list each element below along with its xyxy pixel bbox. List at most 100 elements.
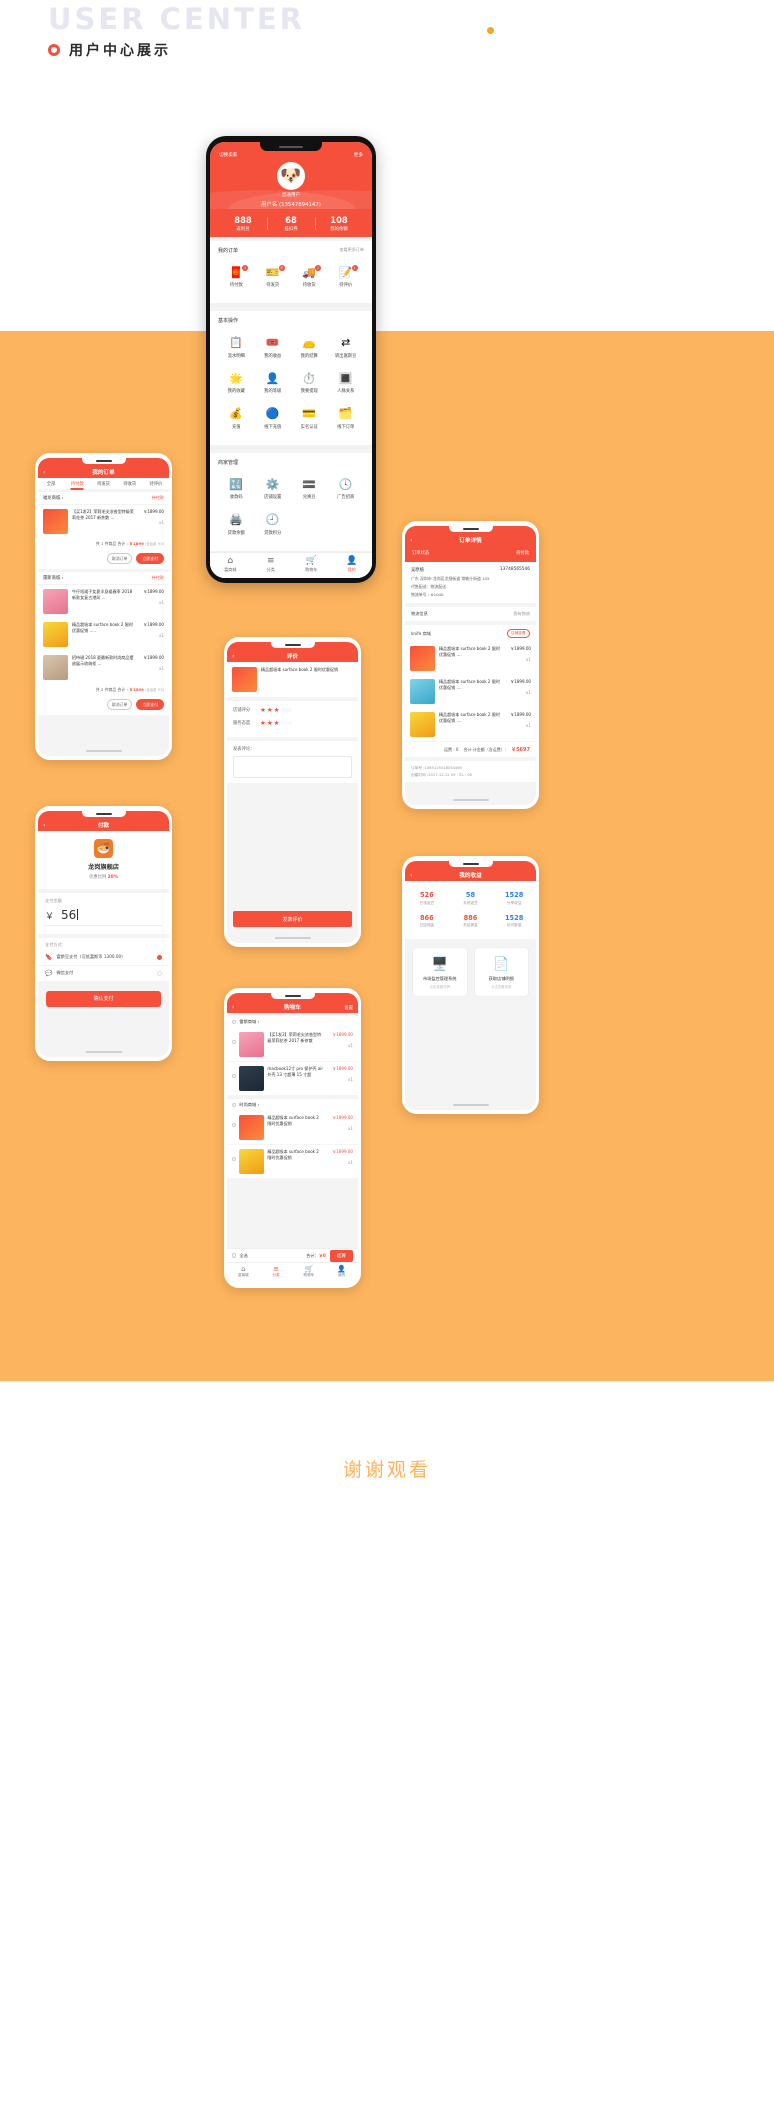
radio-selected-icon[interactable] <box>157 954 162 960</box>
merchant-item-settings[interactable]: ⚙️ 店铺设置 <box>255 473 292 500</box>
basic-item-recharge[interactable]: 💰 充值 <box>218 402 255 430</box>
cancel-order-button[interactable]: 取消订单 <box>106 553 133 564</box>
rating-row-store[interactable]: 店铺评分 ★★★☆☆ <box>233 706 352 714</box>
order-item[interactable]: 【买1发2】茉莉毛尖浓香型特级茉莉花茶 2017 新茶散 ... ￥1899.0… <box>38 505 169 538</box>
basic-item-withdraw[interactable]: ⏱️ 我要提现 <box>291 367 328 394</box>
more-button[interactable]: 更多 <box>354 152 363 158</box>
radio-icon[interactable] <box>232 1157 237 1162</box>
detail-item[interactable]: 精品超吸本 surface book 2 限时优惠促销 .... ￥1899.0… <box>405 642 536 676</box>
back-button[interactable]: ‹ <box>410 537 412 544</box>
shipping-info-row[interactable]: 物流信息 我有物流 <box>405 607 536 622</box>
submit-review-button[interactable]: 发表评价 <box>233 911 352 927</box>
order-store-header[interactable]: 雷斯商城 › 待付款 <box>38 572 169 585</box>
tab-home[interactable]: ⌂ 富商城 <box>227 1265 260 1284</box>
switch-seller-button[interactable]: 切换卖家 <box>219 152 237 158</box>
checkout-button[interactable]: 结算 <box>329 1249 353 1262</box>
radio-icon[interactable] <box>232 1019 237 1025</box>
stat-item[interactable]: 888 返利豆 <box>219 215 267 232</box>
basic-item-offline-order[interactable]: 🗂️ 线下订单 <box>328 402 365 430</box>
merchant-item-exchange[interactable]: 🟰 兑换豆 <box>291 473 328 500</box>
rating-row-service[interactable]: 服务态度 ★★★☆☆ <box>233 719 352 727</box>
back-button[interactable]: ‹ <box>232 1004 234 1011</box>
tab-category[interactable]: ≡ 分类 <box>251 556 292 578</box>
method-wechat[interactable]: 💬 微信支付 <box>38 965 169 982</box>
view-more-orders-link[interactable]: 查看更多订单 <box>339 247 364 253</box>
view-store-button[interactable]: 店铺查看 <box>506 629 530 639</box>
method-balance[interactable]: 🔖 富斯豆支付（可抵富斯币 1300.00） <box>38 949 169 966</box>
store-row[interactable]: knife 商城 店铺查看 <box>405 625 536 643</box>
back-button[interactable]: ‹ <box>43 469 45 476</box>
order-status-unpaid[interactable]: 🧧 1 待付款 <box>218 261 255 288</box>
stat-share-income[interactable]: 1528 分享收益 <box>492 887 536 910</box>
confirm-pay-button[interactable]: 确认支付 <box>46 990 161 1007</box>
basic-item-identity[interactable]: 💳 实名认证 <box>291 402 328 430</box>
tab-unpaid[interactable]: 待付款 <box>64 481 90 487</box>
receiver-address[interactable]: 吴原植 13748565546 广东 深圳市 龙岗区龙细街道 常敏什街道 105 … <box>405 562 536 604</box>
select-all-radio[interactable] <box>232 1253 237 1258</box>
cart-item[interactable]: macbook12寸 pro 保护壳 air 外壳 13 寸超薄 15 寸超 ￥… <box>227 1062 358 1096</box>
star-rating[interactable]: ★★★☆☆ <box>260 719 294 727</box>
tab-category[interactable]: ≡ 分类 <box>260 1265 293 1284</box>
basic-item-flow[interactable]: 📋 流水明细 <box>218 331 255 359</box>
basic-item-transfer[interactable]: ⇄ 转出富斯豆 <box>328 331 365 359</box>
cart-item[interactable]: 【买1发2】茉莉毛尖浓香型特级茉莉花茶 2017 新茶散 ￥1899.00 x1 <box>227 1028 358 1062</box>
merchant-item-qr[interactable]: 🔣 收款码 <box>218 473 255 500</box>
tab-review[interactable]: 待评价 <box>143 481 169 487</box>
tab-home[interactable]: ⌂ 富商城 <box>210 556 251 578</box>
order-status-review[interactable]: 📝 1 待评价 <box>328 261 365 288</box>
back-button[interactable]: ‹ <box>410 872 412 879</box>
radio-icon[interactable] <box>232 1123 237 1128</box>
basic-item-income[interactable]: 🎟️ 我的收益 <box>255 331 292 359</box>
stat-pending-beans[interactable]: 58 未领返豆 <box>449 887 493 910</box>
order-status-shipping[interactable]: 🚚 1 待收货 <box>291 261 328 288</box>
cart-item[interactable]: 精品超吸本 surface book 2 限时优惠促销 ￥1899.00 x1 <box>227 1145 358 1179</box>
radio-icon[interactable] <box>232 1102 237 1108</box>
basic-item-level[interactable]: 👤 我的等级 <box>255 367 292 394</box>
order-item[interactable]: 牛仔短裙子女夏半身裙春季 2018 新款女复古港风 ... ￥1899.00 x1 <box>38 585 169 618</box>
tab-profile[interactable]: 👤 我的 <box>325 1265 358 1284</box>
order-store-header[interactable]: 福龙商城 › 待付款 <box>38 492 169 505</box>
stat-unsettled[interactable]: 886 未结佣金 <box>449 910 493 933</box>
avatar[interactable]: 🐶 <box>277 162 305 190</box>
settings-button[interactable]: 设置 <box>344 1005 353 1011</box>
comment-textarea[interactable] <box>233 756 352 778</box>
order-item[interactable]: 精品超吸本 surface book 2 限时优惠促销 ..... ￥1899.… <box>38 618 169 651</box>
stat-received-beans[interactable]: 526 已领返豆 <box>405 887 449 910</box>
stat-item[interactable]: 108 我的余额 <box>315 215 363 232</box>
tab-all[interactable]: 全部 <box>38 481 64 487</box>
tab-shipping[interactable]: 待收货 <box>117 481 143 487</box>
star-rating[interactable]: ★★★☆☆ <box>260 706 294 714</box>
cancel-order-button[interactable]: 取消订单 <box>106 699 133 710</box>
basic-item-favorites[interactable]: 🌟 我的收藏 <box>218 367 255 394</box>
tab-cart[interactable]: 🛒 购物车 <box>291 556 332 578</box>
pay-now-button[interactable]: 立即支付 <box>136 699 164 710</box>
card-market-monitor[interactable]: 🖥️ 市场监控管理系统 点击查看详情 <box>412 947 468 997</box>
radio-icon[interactable] <box>232 1074 237 1079</box>
select-all-label[interactable]: 全选 <box>239 1253 306 1259</box>
cart-store-header[interactable]: 雷斯商城 › <box>227 1016 358 1028</box>
radio-icon[interactable] <box>232 1040 237 1045</box>
detail-item[interactable]: 精品超吸本 surface book 2 限时优惠促销 .... ￥1899.0… <box>405 675 536 709</box>
amount-input[interactable]: 56 <box>61 908 78 922</box>
basic-item-offline-recharge[interactable]: 🔵 线下充值 <box>255 402 292 430</box>
order-status-unshipped[interactable]: 🎫 9 待发货 <box>255 261 292 288</box>
basic-item-network[interactable]: 🔳 人脉关系 <box>328 367 365 394</box>
pay-now-button[interactable]: 立即支付 <box>136 553 164 564</box>
stat-visits[interactable]: 1528 访问数量 <box>492 910 536 933</box>
tab-unshipped[interactable]: 待发货 <box>90 481 116 487</box>
back-button[interactable]: ‹ <box>43 822 45 829</box>
cart-store-header[interactable]: 时尚商城 › <box>227 1099 358 1111</box>
merchant-item-ads[interactable]: 🕓 广告招商 <box>328 473 365 500</box>
basic-item-settle[interactable]: 👝 我的结算 <box>291 331 328 359</box>
card-store-detail[interactable]: 📄 获取店铺明细 点击查看详情 <box>473 947 529 997</box>
back-button[interactable]: ‹ <box>232 653 234 660</box>
cart-item[interactable]: 精品超吸本 surface book 2 限时优惠促销 ￥1899.00 x1 <box>227 1111 358 1145</box>
detail-item[interactable]: 精品超吸本 surface book 2 限时优惠促销 .... ￥1899.0… <box>405 708 536 742</box>
tab-profile[interactable]: 👤 我的 <box>332 556 373 578</box>
merchant-item-loan-points[interactable]: 🕘 贷款积分 <box>255 508 292 536</box>
radio-icon[interactable] <box>157 970 162 976</box>
stat-settled[interactable]: 866 已结佣金 <box>405 910 449 933</box>
order-item[interactable]: 招待键 2018 夏最新款时尚商品摆放展示收纳柜 ... ￥1899.00 x1 <box>38 651 169 684</box>
stat-item[interactable]: 68 抵扣券 <box>267 215 315 232</box>
merchant-item-loan-balance[interactable]: 🖨️ 贷款余额 <box>218 508 255 536</box>
